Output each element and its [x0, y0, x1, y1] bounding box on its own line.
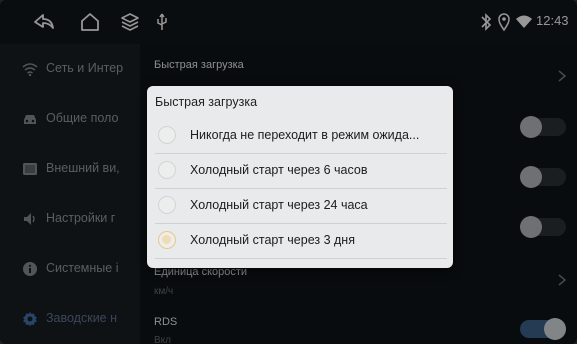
option-label: Холодный старт через 3 дня: [190, 233, 355, 247]
option-label: Холодный старт через 24 часа: [190, 198, 368, 212]
dialog-option[interactable]: Холодный старт через 24 часа: [147, 189, 453, 223]
radio-button[interactable]: [158, 161, 176, 179]
radio-button[interactable]: [158, 196, 176, 214]
dialog-option[interactable]: Холодный старт через 6 часов: [147, 154, 453, 188]
option-label: Холодный старт через 6 часов: [190, 163, 368, 177]
option-label: Никогда не переходит в режим ожида...: [190, 128, 420, 142]
radio-button[interactable]: [158, 126, 176, 144]
radio-button-checked[interactable]: [158, 231, 176, 249]
divider: [155, 258, 447, 259]
dialog-option[interactable]: Никогда не переходит в режим ожида...: [147, 119, 453, 153]
settings-screen: 12:43 Сеть и Интер Общие поло Внешний ви…: [0, 0, 577, 344]
dialog-option-selected[interactable]: Холодный старт через 3 дня: [147, 224, 453, 258]
fast-boot-dialog: Быстрая загрузка Никогда не переходит в …: [147, 86, 453, 268]
dialog-title: Быстрая загрузка: [155, 95, 258, 109]
